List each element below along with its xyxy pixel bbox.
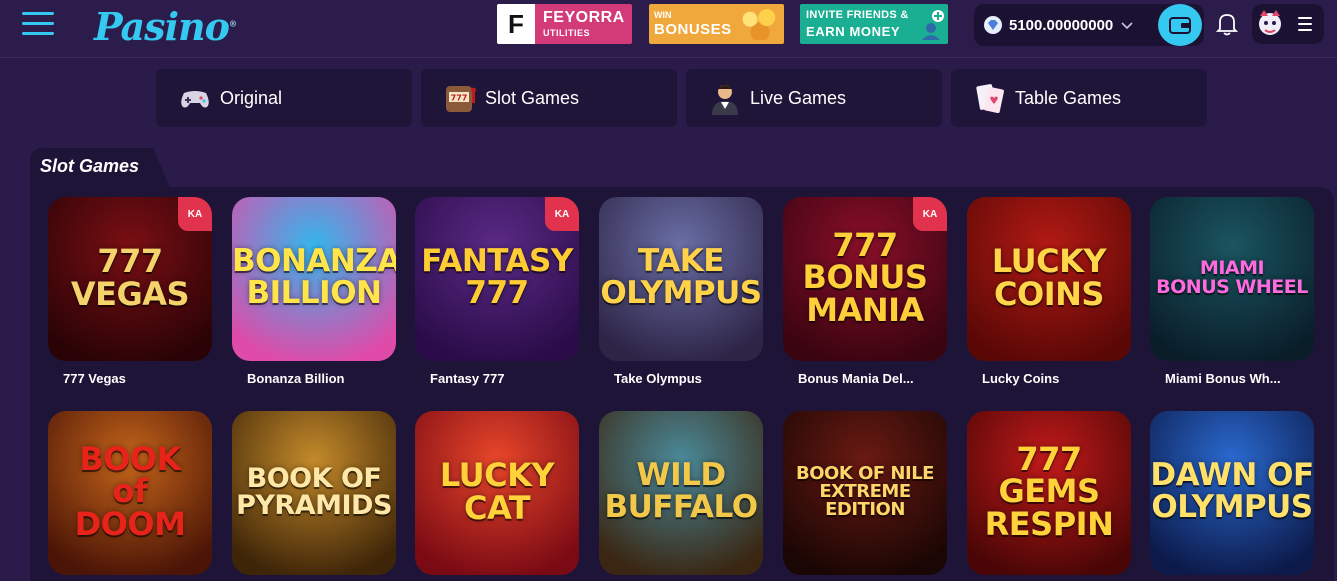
game-card[interactable]: MIAMI BONUS WHEEL Miami Bonus Wh... <box>1150 197 1314 386</box>
game-thumbnail[interactable]: MIAMI BONUS WHEEL <box>1150 197 1314 361</box>
chevron-down-icon[interactable] <box>1121 20 1133 30</box>
game-card[interactable]: FANTASY 777 KA Fantasy 777 <box>415 197 579 386</box>
provider-badge-icon: KA <box>913 197 947 231</box>
invite-small-text: INVITE FRIENDS & <box>806 9 909 21</box>
gamepad-icon <box>181 91 209 108</box>
tab-live-games[interactable]: Live Games <box>686 69 942 127</box>
game-card[interactable]: LUCKY COINS Lucky Coins <box>967 197 1131 386</box>
game-card[interactable]: 777 BONUS MANIA KA Bonus Mania Del... <box>783 197 947 386</box>
game-thumbnail[interactable]: DAWN OF OLYMPUS <box>1150 411 1314 575</box>
game-art-title: 777 BONUS MANIA <box>802 225 928 329</box>
game-thumbnail[interactable]: BOOK OF NILE EXTREME EDITION <box>783 411 947 575</box>
game-card[interactable]: 777 VEGAS KA 777 Vegas <box>48 197 212 386</box>
game-card[interactable]: BOOK of DOOM <box>48 411 212 575</box>
feyorra-promo-banner[interactable]: F FEYORRA UTILITIES <box>497 4 632 44</box>
game-art-title: BONANZA BILLION <box>232 243 396 312</box>
game-thumbnail[interactable]: 777 VEGAS KA <box>48 197 212 361</box>
game-thumbnail[interactable]: BOOK OF PYRAMIDS <box>232 411 396 575</box>
game-card[interactable]: TAKE OLYMPUS Take Olympus <box>599 197 763 386</box>
bonus-big-text: BONUSES <box>654 21 732 38</box>
pasino-logo[interactable]: Pasino® <box>94 4 237 49</box>
coins-icon <box>738 8 778 40</box>
game-name[interactable]: Take Olympus <box>614 371 763 386</box>
game-thumbnail[interactable]: FANTASY 777 KA <box>415 197 579 361</box>
game-name[interactable]: Lucky Coins <box>982 371 1131 386</box>
feyorra-logo-icon: F <box>497 4 535 44</box>
cards-icon <box>976 84 1004 114</box>
section-title: Slot Games <box>40 156 140 176</box>
tab-live-games-label: Live Games <box>750 87 847 108</box>
game-name[interactable]: 777 Vegas <box>63 371 212 386</box>
wallet-icon <box>1169 17 1191 34</box>
tab-slot-games[interactable]: 777 Slot Games <box>421 69 677 127</box>
game-thumbnail[interactable]: 777 BONUS MANIA KA <box>783 197 947 361</box>
hamburger-menu-icon[interactable] <box>22 12 54 36</box>
game-art-title: 777 VEGAS <box>70 242 190 314</box>
game-name[interactable]: Bonanza Billion <box>247 371 396 386</box>
dealer-icon <box>712 85 738 115</box>
game-art-title: BOOK OF NILE EXTREME EDITION <box>796 462 934 521</box>
game-art-title: DAWN OF OLYMPUS <box>1150 457 1314 526</box>
tab-original-label: Original <box>220 87 283 108</box>
add-person-icon <box>922 10 944 40</box>
game-name[interactable]: Miami Bonus Wh... <box>1165 371 1314 386</box>
game-art-title: LUCKY CAT <box>439 456 555 528</box>
profile-menu-button[interactable] <box>1252 4 1324 44</box>
provider-badge-icon: KA <box>545 197 579 231</box>
tab-original[interactable]: Original <box>156 69 412 127</box>
wallet-button[interactable] <box>1158 4 1202 46</box>
game-art-title: 777 GEMS RESPIN <box>984 439 1114 543</box>
game-card[interactable]: BOOK OF PYRAMIDS <box>232 411 396 575</box>
game-card[interactable]: LUCKY CAT <box>415 411 579 575</box>
menu-icon <box>1298 17 1312 35</box>
game-card[interactable]: BOOK OF NILE EXTREME EDITION <box>783 411 947 575</box>
game-card[interactable]: BONANZA BILLION Bonanza Billion <box>232 197 396 386</box>
game-card[interactable]: DAWN OF OLYMPUS <box>1150 411 1314 575</box>
tab-slot-games-label: Slot Games <box>485 87 580 108</box>
svg-text:777: 777 <box>451 94 468 103</box>
tab-table-games[interactable]: Table Games <box>951 69 1207 127</box>
notification-bell-icon[interactable] <box>1216 12 1238 36</box>
game-art-title: FANTASY 777 <box>421 243 573 312</box>
wallet-balance-selector[interactable]: 5100.00000000 <box>974 4 1204 46</box>
feyorra-title: FEYORRA <box>543 9 625 26</box>
game-art-title: TAKE OLYMPUS <box>600 243 762 312</box>
game-art-title: BOOK OF PYRAMIDS <box>236 462 392 522</box>
tab-table-games-label: Table Games <box>1015 87 1122 108</box>
game-thumbnail[interactable]: LUCKY CAT <box>415 411 579 575</box>
game-art-title: BOOK of DOOM <box>74 439 186 543</box>
game-name[interactable]: Fantasy 777 <box>430 371 579 386</box>
invite-big-text: EARN MONEY <box>806 24 901 39</box>
win-bonuses-promo-banner[interactable]: WIN BONUSES <box>649 4 784 44</box>
game-card[interactable]: WILD BUFFALO <box>599 411 763 575</box>
avatar <box>1259 10 1281 35</box>
game-thumbnail[interactable]: LUCKY COINS <box>967 197 1131 361</box>
bonus-small-text: WIN <box>654 10 672 20</box>
game-thumbnail[interactable]: BONANZA BILLION <box>232 197 396 361</box>
slot-machine-icon: 777 <box>446 86 476 112</box>
game-art-title: WILD BUFFALO <box>604 457 758 526</box>
game-thumbnail[interactable]: BOOK of DOOM <box>48 411 212 575</box>
balance-amount: 5100.00000000 <box>1009 16 1114 34</box>
invite-friends-promo-banner[interactable]: INVITE FRIENDS & EARN MONEY <box>800 4 948 44</box>
provider-badge-icon: KA <box>178 197 212 231</box>
feyorra-subtitle: UTILITIES <box>543 28 590 38</box>
game-thumbnail[interactable]: TAKE OLYMPUS <box>599 197 763 361</box>
game-name[interactable]: Bonus Mania Del... <box>798 371 947 386</box>
game-card[interactable]: 777 GEMS RESPIN <box>967 411 1131 575</box>
game-thumbnail[interactable]: WILD BUFFALO <box>599 411 763 575</box>
top-bar: Pasino® F FEYORRA UTILITIES WIN BONUSES … <box>0 0 1337 58</box>
game-art-title: MIAMI BONUS WHEEL <box>1156 257 1308 299</box>
game-art-title: LUCKY COINS <box>991 242 1107 314</box>
game-thumbnail[interactable]: 777 GEMS RESPIN <box>967 411 1131 575</box>
diamond-currency-icon <box>984 16 1002 34</box>
